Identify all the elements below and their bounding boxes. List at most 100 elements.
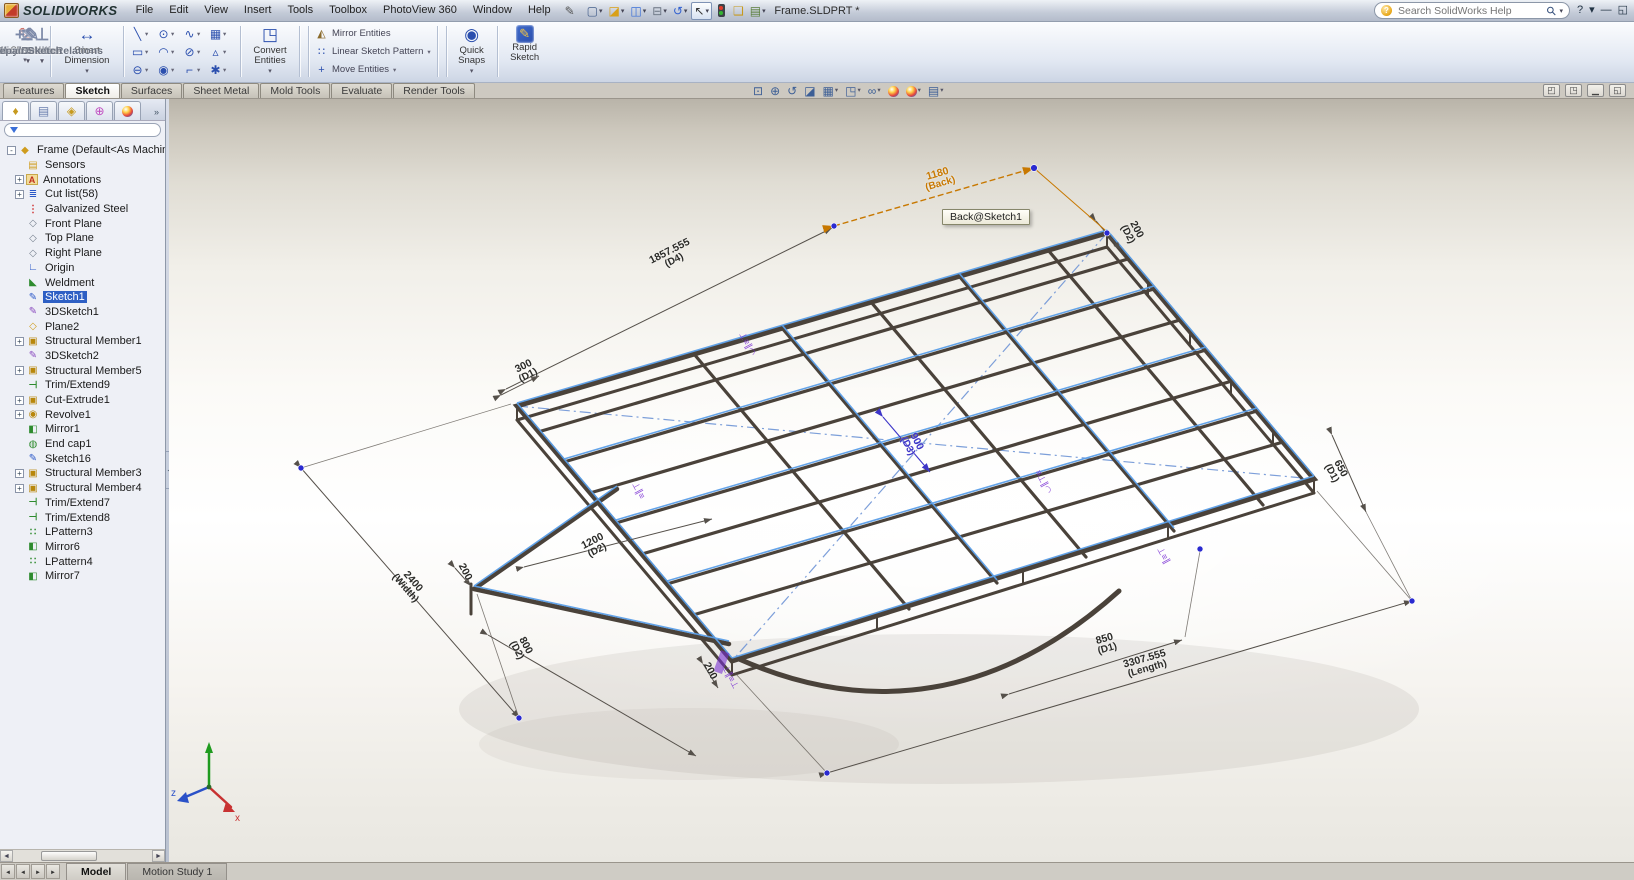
help-icon[interactable]: ? xyxy=(1577,2,1583,18)
tree-item-cut-extrude1[interactable]: +Cut-Extrude1 xyxy=(2,393,165,408)
tree-item-structural-member5[interactable]: +Structural Member5 xyxy=(2,363,165,378)
minimize-icon[interactable]: — xyxy=(1601,2,1612,18)
dimxpert-manager-tab[interactable]: ⊕ xyxy=(86,101,113,120)
chevron-down-icon[interactable]: ▾ xyxy=(223,48,226,56)
chevron-down-icon[interactable]: ▾ xyxy=(427,48,430,56)
display-manager-tab[interactable] xyxy=(114,101,141,120)
previous-view-button[interactable]: ↺ xyxy=(787,84,797,98)
menu-insert[interactable]: Insert xyxy=(236,0,280,21)
quick-snaps-button[interactable]: ◉ Quick Snaps▾ xyxy=(451,23,493,80)
search-dropdown-icon[interactable]: ▾ xyxy=(1559,7,1563,15)
help-search-box[interactable]: ? ⚲ ▾ xyxy=(1374,2,1570,19)
view-orientation-button[interactable]: ▦▾ xyxy=(823,84,839,98)
rapid-sketch-button[interactable]: ✎ Rapid Sketch xyxy=(502,23,548,80)
tree-item-trim-extend7[interactable]: Trim/Extend7 xyxy=(2,496,165,511)
sketch-entity-button[interactable]: ▭▾ xyxy=(130,45,156,59)
chevron-down-icon[interactable]: ▾ xyxy=(145,66,148,74)
tree-item-revolve1[interactable]: +Revolve1 xyxy=(2,407,165,422)
chevron-down-icon[interactable]: ▾ xyxy=(171,66,174,74)
linear-sketch-pattern-button[interactable]: ∷ Linear Sketch Pattern▾ xyxy=(315,45,431,58)
first-tab-button[interactable]: ◄ xyxy=(1,864,15,879)
expand-icon[interactable]: + xyxy=(15,190,24,199)
edit-appearance-button[interactable] xyxy=(888,86,899,97)
tree-item-mirror1[interactable]: Mirror1 xyxy=(2,422,165,437)
tree-item-lpattern4[interactable]: LPattern4 xyxy=(2,554,165,569)
sketch-pencil-icon[interactable]: ✎ xyxy=(565,4,575,18)
expand-icon[interactable]: + xyxy=(15,337,24,346)
tree-item-mirror6[interactable]: Mirror6 xyxy=(2,540,165,555)
save-button[interactable]: ◫▾ xyxy=(628,3,648,19)
tab-features[interactable]: Features xyxy=(3,83,64,98)
scrollbar-track[interactable] xyxy=(13,850,152,862)
last-tab-button[interactable]: ► xyxy=(46,864,60,879)
chevron-down-icon[interactable]: ▾ xyxy=(643,7,647,15)
rebuild-button[interactable] xyxy=(714,3,729,18)
tab-model[interactable]: Model xyxy=(66,863,126,880)
chevron-down-icon[interactable]: ▾ xyxy=(85,68,89,76)
tab-render-tools[interactable]: Render Tools xyxy=(393,83,475,98)
tree-item-sensors[interactable]: Sensors xyxy=(2,158,165,173)
tree-item-galvanized-steel[interactable]: Galvanized Steel xyxy=(2,202,165,217)
configuration-manager-tab[interactable]: ◈ xyxy=(58,101,85,120)
chevron-down-icon[interactable]: ▾ xyxy=(918,84,921,98)
tree-item-annotations[interactable]: +Annotations xyxy=(2,172,165,187)
tree-item-sketch1[interactable]: Sketch1 xyxy=(2,290,165,305)
select-button[interactable]: ↖▾ xyxy=(691,2,712,20)
chevron-down-icon[interactable]: ▾ xyxy=(145,30,148,38)
sketch-entity-button[interactable]: ✱▾ xyxy=(208,63,234,77)
hide-show-items-button[interactable]: ∞▾ xyxy=(868,84,881,98)
tree-item-structural-member4[interactable]: +Structural Member4 xyxy=(2,481,165,496)
expand-icon[interactable]: + xyxy=(15,469,24,478)
chevron-down-icon[interactable]: ▾ xyxy=(684,7,688,15)
tree-item-origin[interactable]: Origin xyxy=(2,261,165,276)
property-manager-tab[interactable]: ▤ xyxy=(30,101,57,120)
new-document-button[interactable]: ▢▾ xyxy=(585,3,605,19)
sketch-entity-button[interactable]: ∿▾ xyxy=(182,27,208,41)
chevron-down-icon[interactable]: ▾ xyxy=(940,84,943,98)
sketch-entity-button[interactable]: ⊖▾ xyxy=(130,63,156,77)
chevron-down-icon[interactable]: ▾ xyxy=(40,58,44,65)
expand-icon[interactable]: + xyxy=(15,484,24,493)
tab-evaluate[interactable]: Evaluate xyxy=(331,83,392,98)
tree-item-structural-member1[interactable]: +Structural Member1 xyxy=(2,334,165,349)
menu-toolbox[interactable]: Toolbox xyxy=(321,0,375,21)
convert-entities-button[interactable]: ◳ Convert Entities▾ xyxy=(245,23,295,80)
expand-icon[interactable]: - xyxy=(7,146,16,155)
tree-item-lpattern3[interactable]: LPattern3 xyxy=(2,525,165,540)
tree-item-cut-list-58[interactable]: +Cut list(58) xyxy=(2,187,165,202)
expand-icon[interactable]: + xyxy=(15,366,24,375)
chevron-down-icon[interactable]: ▾ xyxy=(223,30,226,38)
tree-item-trim-extend8[interactable]: Trim/Extend8 xyxy=(2,510,165,525)
section-view-button[interactable]: ◪ xyxy=(804,84,815,98)
chevron-down-icon[interactable]: ▾ xyxy=(877,84,880,98)
menu-view[interactable]: View xyxy=(196,0,236,21)
chevron-down-icon[interactable]: ▾ xyxy=(145,48,148,56)
tree-item-weldment[interactable]: Weldment xyxy=(2,275,165,290)
tree-item-front-plane[interactable]: Front Plane xyxy=(2,216,165,231)
tab-sheet-metal[interactable]: Sheet Metal xyxy=(183,83,259,98)
chevron-down-icon[interactable]: ▾ xyxy=(857,84,860,98)
undo-button[interactable]: ↺▾ xyxy=(671,3,690,19)
expand-icon[interactable]: + xyxy=(15,410,24,419)
pane-split-left-icon[interactable]: ◰ xyxy=(1543,84,1560,97)
tree-item-structural-member3[interactable]: +Structural Member3 xyxy=(2,466,165,481)
tab-sketch[interactable]: Sketch xyxy=(65,83,119,98)
feature-manager-tab[interactable]: ♦ xyxy=(2,101,29,120)
search-input[interactable] xyxy=(1396,4,1543,18)
sketch-entity-button[interactable]: ╲▾ xyxy=(130,27,156,41)
restore-doc-icon[interactable]: ◱ xyxy=(1609,84,1626,97)
menu-file[interactable]: File xyxy=(128,0,162,21)
help-dropdown-icon[interactable]: ▾ xyxy=(1589,2,1595,18)
sketch-entity-button[interactable]: ⌐▾ xyxy=(182,63,208,77)
repair-sketch-button[interactable]: +✎ Repair Sketch xyxy=(4,23,50,57)
tab-mold-tools[interactable]: Mold Tools xyxy=(260,83,330,98)
view-settings-button[interactable]: ▤▾ xyxy=(928,84,944,98)
tree-item-3dsketch2[interactable]: 3DSketch2 xyxy=(2,349,165,364)
mirror-entities-button[interactable]: ◭ Mirror Entities xyxy=(315,27,431,40)
menu-help[interactable]: Help xyxy=(520,0,559,21)
menu-photoview-360[interactable]: PhotoView 360 xyxy=(375,0,465,21)
sketch-entity-button[interactable]: ▦▾ xyxy=(208,27,234,41)
chevron-down-icon[interactable]: ▾ xyxy=(268,68,272,76)
sketch-entity-button[interactable]: ⊘▾ xyxy=(182,45,208,59)
menu-edit[interactable]: Edit xyxy=(161,0,196,21)
